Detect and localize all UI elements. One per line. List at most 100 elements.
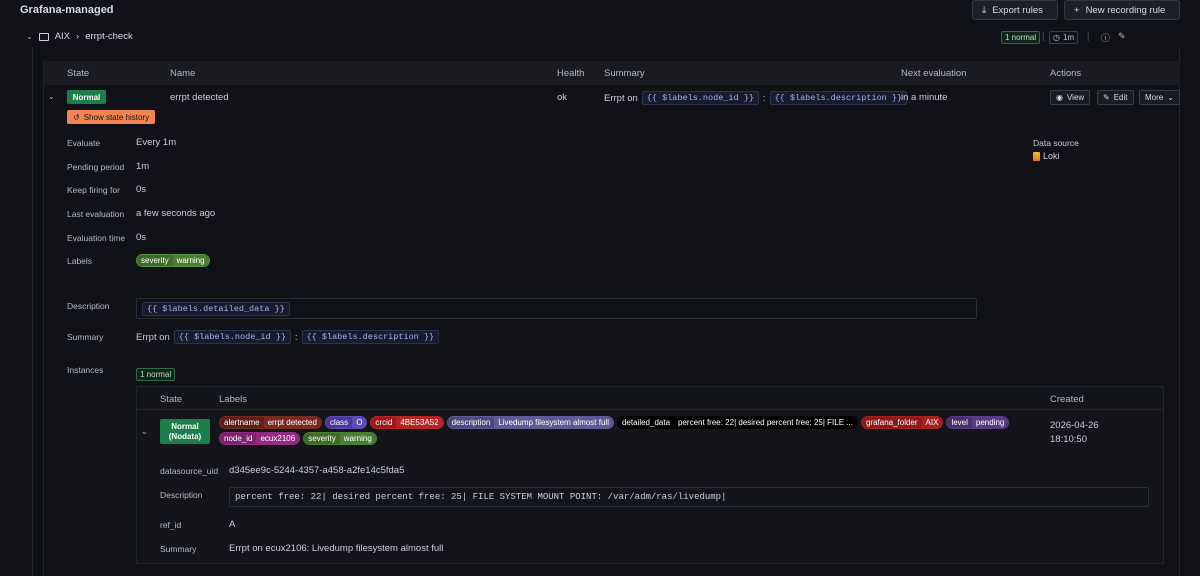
summary-separator: : (294, 331, 298, 343)
instances-column-labels: Labels (219, 394, 247, 405)
instance-created-time: 18:10:50 (1050, 434, 1087, 445)
instance-state-line: (Nodata) (168, 431, 202, 441)
label-value: ecux2106 (256, 433, 300, 444)
chevron-down-icon[interactable]: ⌄ (141, 427, 148, 436)
divider: | (1087, 31, 1090, 41)
pencil-icon[interactable]: ✎ (1118, 31, 1126, 42)
label-key: detailed_data (617, 417, 675, 428)
divider: | (1042, 31, 1045, 41)
label-chip-level: level pending (946, 416, 1010, 429)
new-recording-rule-button[interactable]: + New recording rule (1064, 0, 1180, 20)
column-header-actions: Actions (1050, 68, 1082, 79)
pencil-icon: ✎ (1103, 93, 1110, 102)
folder-icon (38, 32, 49, 41)
evaluation-time-label: Evaluation time (67, 233, 126, 243)
label-key: crcid (371, 417, 397, 428)
instance-state-badge: Normal (Nodata) (160, 419, 210, 444)
pending-period-label: Pending period (67, 162, 125, 172)
clock-icon: ◷ (1053, 33, 1060, 42)
instance-created-date: 2026-04-26 (1050, 420, 1099, 431)
label-value: Livedump filesystem almost full (494, 417, 613, 428)
show-state-history-button[interactable]: ↺ Show state history (67, 110, 156, 124)
instances-column-created: Created (1050, 394, 1084, 405)
chevron-down-icon: ⌄ (1167, 93, 1174, 102)
rule-summary-separator: : (762, 92, 766, 104)
description-label: Description (67, 301, 110, 311)
column-header-name: Name (170, 68, 196, 79)
rule-health: ok (557, 92, 568, 103)
summary-code: {{ $labels.description }} (301, 330, 440, 344)
data-source-label: Data source (1033, 138, 1079, 148)
info-icon[interactable]: ⓘ (1101, 31, 1110, 44)
chevron-down-icon[interactable]: ⌄ (26, 32, 33, 41)
summary-value: Errpt on {{ $labels.node_id }} : {{ $lab… (136, 330, 440, 344)
interval-value: 1m (1062, 33, 1075, 42)
label-key: level (947, 417, 972, 428)
plus-icon: + (1074, 4, 1080, 16)
view-button[interactable]: ◉ View (1050, 90, 1091, 105)
evaluate-value: Every 1m (136, 137, 177, 148)
instance-summary-value: Errpt on ecux2106: Livedump filesystem a… (229, 543, 444, 554)
new-recording-rule-label: New recording rule (1085, 4, 1166, 16)
ref-id-label: ref_id (160, 520, 182, 530)
summary-label: Summary (67, 332, 104, 342)
group-folder[interactable]: AIX (55, 31, 70, 42)
export-rules-button[interactable]: ⤓ Export rules (972, 0, 1058, 20)
label-chip-grafana-folder: grafana_folder AIX (860, 416, 944, 429)
label-chip-description: description Livedump filesystem almost fu… (446, 416, 614, 429)
label-chip-alertname: alertname errpt detected (219, 416, 322, 429)
rule-summary-code: {{ $labels.description }} (769, 91, 908, 105)
chevron-down-icon[interactable]: ⌄ (48, 92, 55, 101)
last-evaluation-value: a few seconds ago (136, 208, 216, 219)
label-value: O (352, 417, 367, 428)
column-header-health: Health (557, 68, 585, 79)
data-source: Loki (1033, 151, 1060, 161)
group-name[interactable]: errpt-check (85, 31, 133, 42)
evaluate-label: Evaluate (67, 138, 101, 148)
export-rules-label: Export rules (992, 4, 1043, 16)
datasource-uid-label: datasource_uid (160, 466, 219, 476)
last-evaluation-label: Last evaluation (67, 209, 125, 219)
edit-button[interactable]: ✎ Edit (1097, 90, 1134, 105)
eye-icon: ◉ (1056, 93, 1063, 102)
instances-count-badge: 1 normal (136, 368, 176, 381)
column-header-state: State (67, 68, 90, 79)
label-value: AIX (921, 417, 943, 428)
loki-icon (1033, 151, 1040, 161)
label-value: errpt detected (263, 417, 321, 428)
label-key: description (447, 417, 495, 428)
label-chip-crcid: crcid 4BE53A52 (370, 416, 444, 429)
label-chip-detailed-data: detailed_data percent free: 22| desired p… (616, 416, 858, 429)
edit-label: Edit (1113, 93, 1128, 102)
rule-summary: Errpt on {{ $labels.node_id }} : {{ $lab… (604, 91, 908, 105)
keep-firing-label: Keep firing for (67, 185, 120, 195)
page-title: Grafana-managed (20, 4, 114, 16)
more-button[interactable]: More ⌄ (1139, 90, 1180, 105)
column-header-next-evaluation: Next evaluation (901, 68, 967, 79)
label-value: pending (971, 417, 1009, 428)
label-key: grafana_folder (861, 417, 922, 428)
label-chip-node-id: node_id ecux2106 (219, 432, 301, 445)
group-header[interactable]: ⌄ AIX › errpt-check (26, 31, 133, 42)
instance-description-box: percent free: 22| desired percent free: … (229, 487, 1149, 507)
label-chip-class: class O (324, 416, 368, 429)
label-value: warning (172, 255, 209, 266)
divider (137, 409, 1163, 410)
interval-badge: ◷ 1m (1049, 31, 1079, 44)
group-count-badge: 1 normal (1001, 31, 1041, 44)
label-chip-severity: severity warning (303, 432, 377, 445)
label-value: percent free: 22| desired percent free: … (674, 417, 857, 428)
data-source-value: Loki (1043, 151, 1060, 161)
show-state-history-label: Show state history (83, 112, 150, 122)
instances-label: Instances (67, 365, 104, 375)
label-key: severity (137, 255, 173, 266)
instance-state-line: Normal (171, 421, 199, 431)
rule-state-badge: Normal (67, 90, 106, 104)
rule-name: errpt detected (170, 92, 229, 103)
label-key: severity (304, 433, 340, 444)
label-key: alertname (220, 417, 264, 428)
label-key: node_id (220, 433, 257, 444)
rule-summary-prefix: Errpt on (604, 92, 638, 104)
keep-firing-value: 0s (136, 184, 147, 195)
label-chip-severity: severity warning (136, 254, 210, 267)
